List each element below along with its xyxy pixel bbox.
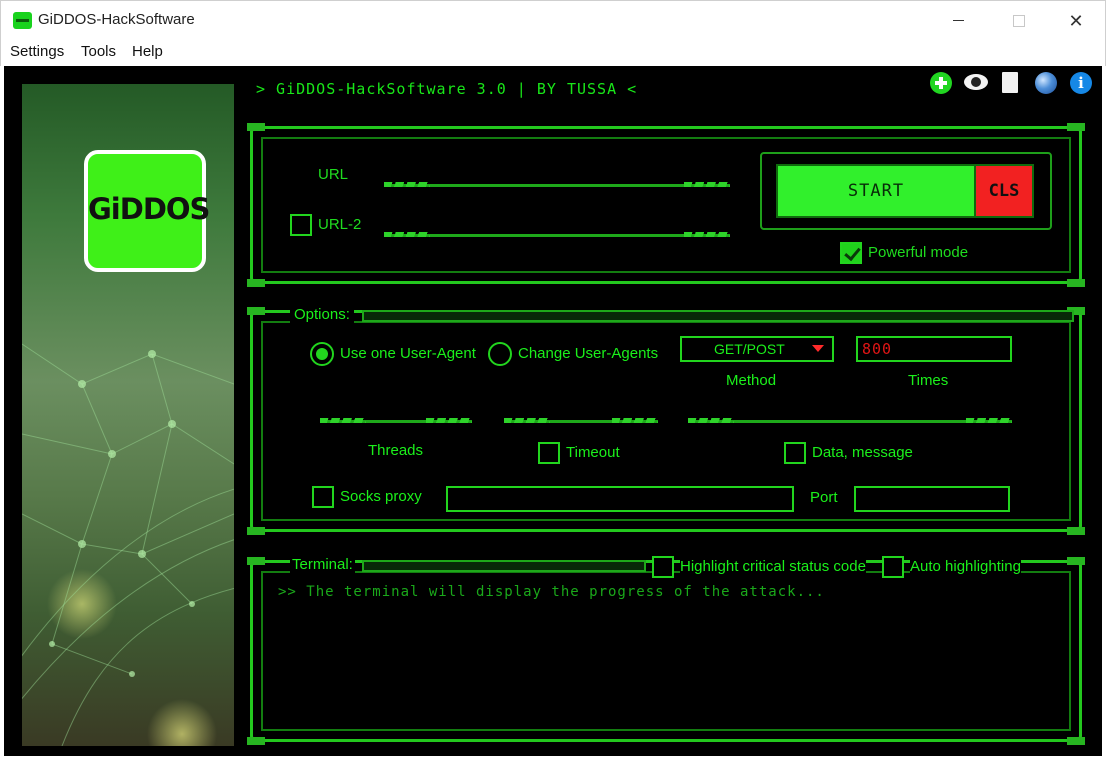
plus-icon[interactable] bbox=[930, 72, 952, 94]
highlight-critical-label: Highlight critical status code bbox=[680, 558, 866, 575]
close-button[interactable]: ✕ bbox=[1053, 1, 1099, 41]
auto-highlighting-checkbox[interactable] bbox=[882, 556, 904, 578]
highlight-critical-checkbox[interactable] bbox=[652, 556, 674, 578]
menu-settings[interactable]: Settings bbox=[10, 43, 64, 60]
url-label: URL bbox=[318, 166, 349, 183]
app-client-area: GiDDOS > GiDDOS-HackSoftware 3.0 | BY TU… bbox=[4, 66, 1102, 756]
menu-tools[interactable]: Tools bbox=[81, 43, 116, 60]
times-label: Times bbox=[908, 372, 949, 389]
method-value: GET/POST bbox=[714, 341, 785, 357]
data-message-checkbox[interactable] bbox=[784, 442, 806, 464]
data-message-label: Data, message bbox=[812, 444, 913, 461]
title-bar: GiDDOS-HackSoftware ✕ bbox=[0, 0, 1106, 40]
use-one-user-agent-label: Use one User-Agent bbox=[340, 345, 476, 362]
times-input[interactable]: 800 bbox=[856, 336, 1012, 362]
method-label: Method bbox=[726, 372, 777, 389]
threads-input[interactable] bbox=[320, 418, 472, 423]
url2-input[interactable] bbox=[384, 232, 730, 237]
options-header-bar bbox=[362, 310, 1074, 322]
socks-proxy-checkbox[interactable] bbox=[312, 486, 334, 508]
timeout-checkbox[interactable] bbox=[538, 442, 560, 464]
dropdown-arrow-icon bbox=[812, 345, 824, 352]
port-label: Port bbox=[810, 489, 838, 506]
terminal-output: >> The terminal will display the progres… bbox=[278, 584, 825, 600]
document-icon[interactable] bbox=[1002, 72, 1018, 93]
auto-highlighting-label: Auto highlighting bbox=[910, 558, 1021, 575]
port-input[interactable] bbox=[854, 486, 1010, 512]
maximize-button[interactable] bbox=[995, 1, 1041, 41]
sidebar-banner: GiDDOS bbox=[22, 84, 234, 746]
logo-text: GiDDOS bbox=[88, 192, 210, 226]
socks-proxy-input[interactable] bbox=[446, 486, 794, 512]
url2-label: URL-2 bbox=[318, 216, 362, 233]
url-input[interactable] bbox=[384, 182, 730, 187]
change-user-agents-label: Change User-Agents bbox=[518, 345, 659, 362]
data-message-input[interactable] bbox=[688, 418, 1012, 423]
cls-button[interactable]: CLS bbox=[974, 164, 1034, 218]
options-title: Options: bbox=[290, 306, 354, 323]
method-select[interactable]: GET/POST bbox=[680, 336, 834, 362]
use-one-user-agent-radio[interactable] bbox=[310, 342, 334, 366]
header-title: > GiDDOS-HackSoftware 3.0 | BY TUSSA < bbox=[256, 80, 638, 98]
menu-bar: Settings Tools Help bbox=[0, 40, 1106, 66]
minimize-button[interactable] bbox=[935, 1, 981, 41]
timeout-input[interactable] bbox=[504, 418, 658, 423]
url2-checkbox[interactable] bbox=[290, 214, 312, 236]
globe-icon[interactable] bbox=[1035, 72, 1057, 94]
giddos-logo: GiDDOS bbox=[84, 150, 210, 272]
powerful-mode-label: Powerful mode bbox=[868, 244, 969, 261]
terminal-title: Terminal: bbox=[290, 556, 355, 573]
menu-help[interactable]: Help bbox=[132, 43, 163, 60]
eye-icon[interactable] bbox=[964, 74, 988, 90]
start-button[interactable]: START bbox=[776, 164, 976, 218]
timeout-label: Timeout bbox=[566, 444, 620, 461]
app-icon bbox=[13, 12, 32, 29]
terminal-header-bar bbox=[362, 560, 646, 572]
info-icon[interactable]: i bbox=[1070, 72, 1092, 94]
window-title: GiDDOS-HackSoftware bbox=[38, 11, 195, 28]
change-user-agents-radio[interactable] bbox=[488, 342, 512, 366]
socks-proxy-label: Socks proxy bbox=[340, 488, 422, 505]
powerful-mode-checkbox[interactable] bbox=[840, 242, 862, 264]
threads-label: Threads bbox=[368, 442, 424, 459]
